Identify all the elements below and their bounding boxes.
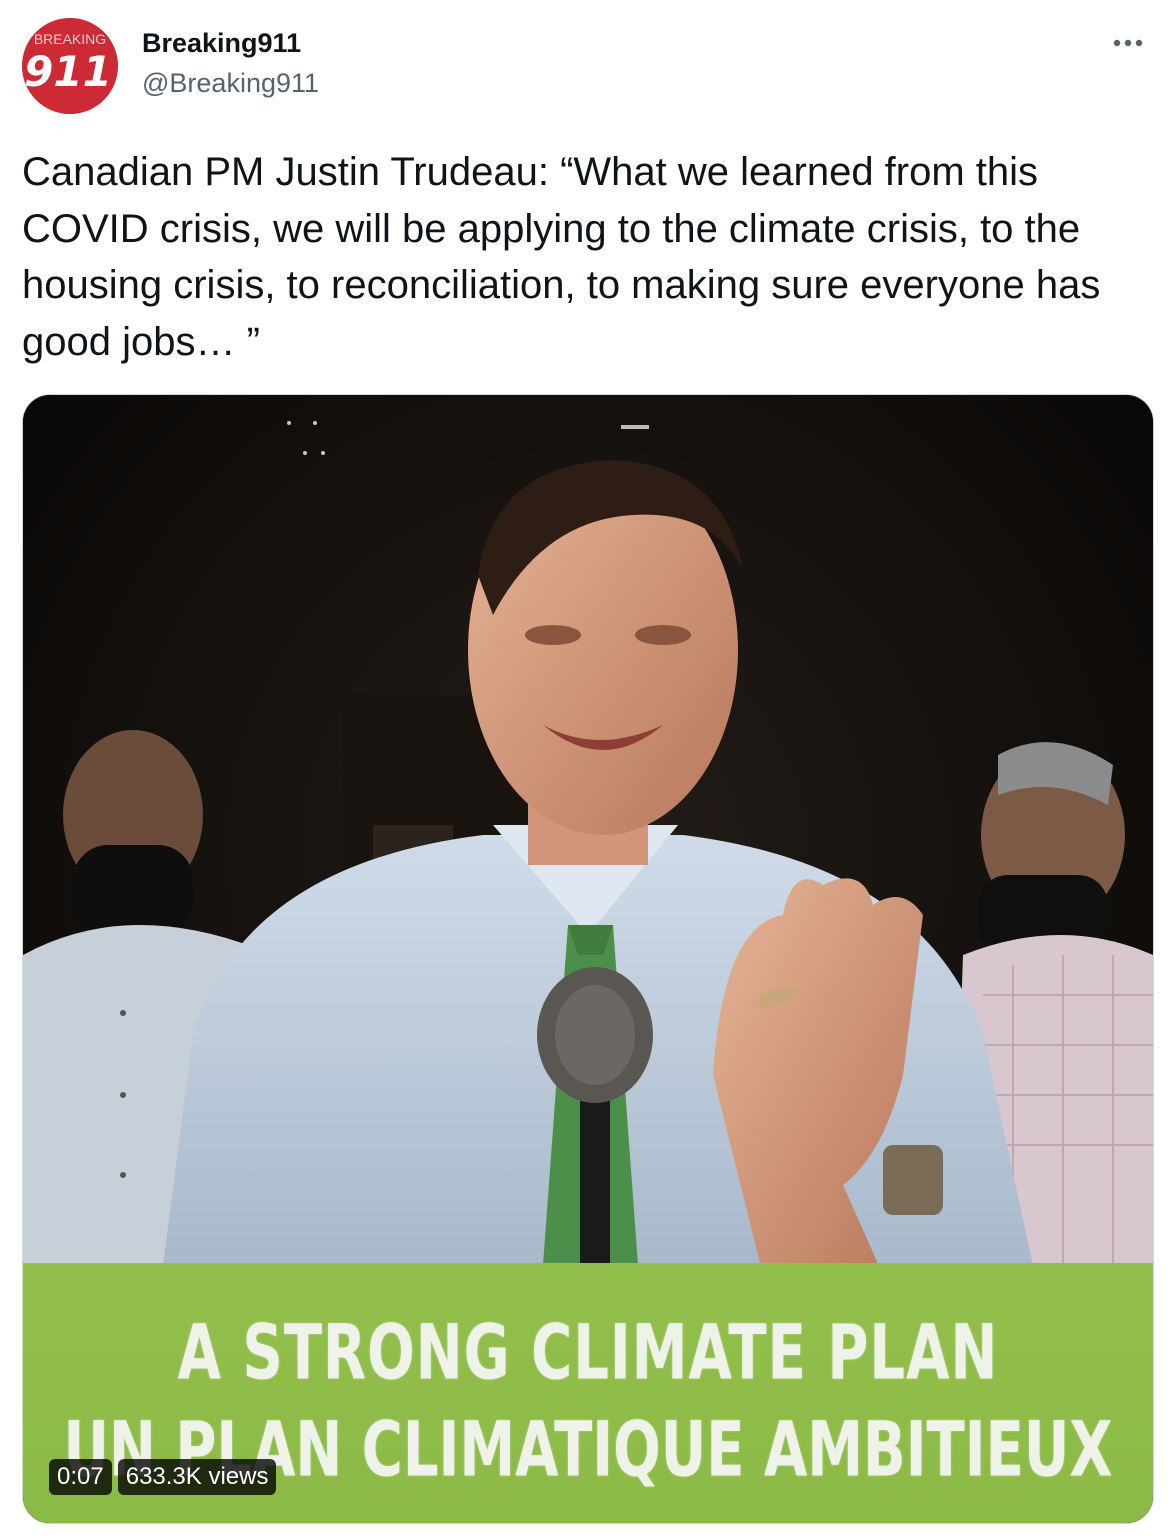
tweet[interactable]: BREAKING 911 Breaking911 @Breaking911 Ca… bbox=[0, 0, 1172, 1540]
video-timestamp: 0:07 bbox=[49, 1459, 112, 1495]
avatar[interactable]: BREAKING 911 bbox=[22, 18, 118, 114]
more-horizontal-icon bbox=[1113, 39, 1143, 47]
handle[interactable]: @Breaking911 bbox=[142, 66, 319, 100]
svg-text:911: 911 bbox=[24, 47, 112, 96]
video-overlay: 0:07 633.3K views bbox=[49, 1459, 277, 1495]
display-name[interactable]: Breaking911 bbox=[142, 26, 319, 60]
banner-line-english: A STRONG CLIMATE PLAN bbox=[177, 1309, 999, 1398]
svg-text:BREAKING: BREAKING bbox=[34, 31, 106, 47]
more-options-button[interactable] bbox=[1106, 28, 1150, 58]
video-player[interactable]: A STRONG CLIMATE PLAN UN PLAN CLIMATIQUE… bbox=[22, 394, 1154, 1524]
breaking911-logo-icon: BREAKING 911 bbox=[22, 18, 118, 114]
author-info: Breaking911 @Breaking911 bbox=[142, 26, 319, 100]
tweet-text: Canadian PM Justin Trudeau: “What we lea… bbox=[22, 150, 1101, 364]
view-count: 633.3K views bbox=[117, 1459, 277, 1495]
